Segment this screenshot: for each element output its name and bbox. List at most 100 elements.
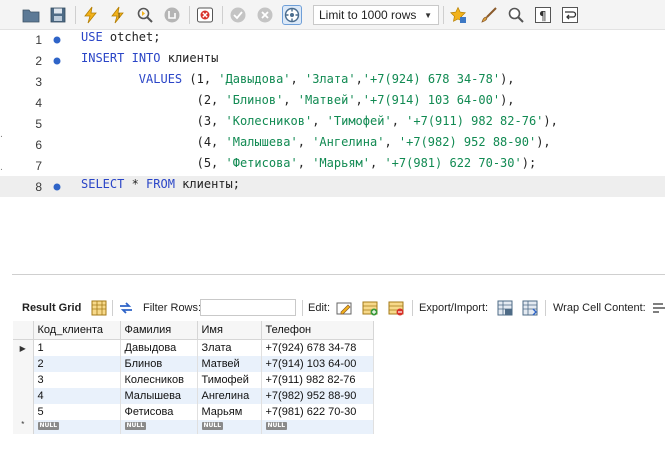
execute-current-icon[interactable]: I xyxy=(109,6,127,24)
query-toolbar: I Limit to 1000 rows ▼ ¶ xyxy=(0,0,665,30)
line-number: 2 xyxy=(35,54,42,68)
export-icon[interactable] xyxy=(497,300,513,316)
new-row-marker: * xyxy=(13,420,34,434)
editor-result-splitter[interactable] xyxy=(0,270,665,280)
code-line-8: SELECT * FROM клиенты; xyxy=(81,177,240,191)
table-cell[interactable]: 3 xyxy=(33,372,121,388)
table-cell[interactable]: +7(924) 678 34-78 xyxy=(261,339,374,356)
row-header xyxy=(13,356,34,372)
table-cell[interactable]: Матвей xyxy=(197,356,262,372)
autocommit-icon[interactable] xyxy=(282,5,302,25)
add-row-icon[interactable] xyxy=(362,300,378,316)
table-cell[interactable]: 4 xyxy=(33,388,121,404)
new-row[interactable]: * NULL NULL NULL NULL xyxy=(13,420,374,434)
null-badge: NULL xyxy=(201,422,224,431)
brush-icon[interactable] xyxy=(480,6,498,24)
table-cell[interactable]: Тимофей xyxy=(197,372,262,388)
svg-text:¶: ¶ xyxy=(539,9,547,23)
sql-editor[interactable]: 1 2 3 4 5 6 7 8 USE otchet; INSERT INTO … xyxy=(0,30,665,270)
table-cell-null[interactable]: NULL xyxy=(261,420,374,434)
column-header[interactable]: Код_клиента xyxy=(33,321,121,340)
toggle-error-icon[interactable] xyxy=(196,6,214,24)
panel-edge-marker: . xyxy=(0,163,3,173)
table-cell[interactable]: +7(981) 622 70-30 xyxy=(261,404,374,420)
row-header xyxy=(13,372,34,388)
table-row[interactable]: 5 Фетисова Марьям +7(981) 622 70-30 xyxy=(13,404,374,420)
delete-row-icon[interactable] xyxy=(388,300,404,316)
result-grid: Код_клиента Фамилия Имя Телефон ▶ 1 Давы… xyxy=(13,321,374,434)
commit-icon[interactable] xyxy=(229,6,247,24)
table-cell[interactable]: Блинов xyxy=(120,356,198,372)
table-cell-null[interactable]: NULL xyxy=(197,420,262,434)
limit-rows-select[interactable]: Limit to 1000 rows ▼ xyxy=(313,5,439,25)
edit-label: Edit: xyxy=(308,302,331,314)
svg-text:I: I xyxy=(118,12,120,20)
code-line-5: (3, 'Колесников', 'Тимофей', '+7(911) 98… xyxy=(81,114,558,128)
column-header[interactable]: Фамилия xyxy=(120,321,198,340)
line-number: 8 xyxy=(35,180,42,194)
table-cell[interactable]: Колесников xyxy=(120,372,198,388)
beautify-star-icon[interactable] xyxy=(449,6,467,24)
table-cell[interactable]: Давыдова xyxy=(120,339,198,356)
table-cell[interactable]: +7(982) 952 88-90 xyxy=(261,388,374,404)
wrap-cell-icon[interactable] xyxy=(651,300,665,316)
rollback-icon[interactable] xyxy=(256,6,274,24)
statement-marker-icon xyxy=(53,36,61,44)
null-badge: NULL xyxy=(37,422,60,431)
table-cell[interactable]: Ангелина xyxy=(197,388,262,404)
code-line-4: (2, 'Блинов', 'Матвей','+7(914) 103 64-0… xyxy=(81,93,515,107)
table-row[interactable]: 2 Блинов Матвей +7(914) 103 64-00 xyxy=(13,356,374,372)
open-folder-icon[interactable] xyxy=(22,6,40,24)
table-cell[interactable]: Малышева xyxy=(120,388,198,404)
statement-marker-icon xyxy=(53,57,61,65)
line-number: 7 xyxy=(35,159,42,173)
table-row[interactable]: 4 Малышева Ангелина +7(982) 952 88-90 xyxy=(13,388,374,404)
null-badge: NULL xyxy=(124,422,147,431)
table-cell[interactable]: +7(914) 103 64-00 xyxy=(261,356,374,372)
row-header xyxy=(13,404,34,420)
column-header[interactable]: Телефон xyxy=(261,321,374,340)
table-cell[interactable]: 5 xyxy=(33,404,121,420)
limit-rows-value: Limit to 1000 rows xyxy=(319,8,417,22)
wrap-icon[interactable] xyxy=(561,6,579,24)
code-line-2: INSERT INTO клиенты xyxy=(81,51,219,65)
table-row[interactable]: 3 Колесников Тимофей +7(911) 982 82-76 xyxy=(13,372,374,388)
grid-header-row: Код_клиента Фамилия Имя Телефон xyxy=(13,321,374,340)
execute-icon[interactable] xyxy=(82,6,100,24)
table-cell[interactable]: 2 xyxy=(33,356,121,372)
wrap-cell-content-label: Wrap Cell Content: xyxy=(553,302,646,314)
export-import-label: Export/Import: xyxy=(419,302,489,314)
refresh-icon[interactable] xyxy=(118,300,134,316)
code-line-3: VALUES (1, 'Давыдова', 'Злата','+7(924) … xyxy=(138,72,515,86)
line-number: 3 xyxy=(35,75,42,89)
table-row[interactable]: ▶ 1 Давыдова Злата +7(924) 678 34-78 xyxy=(13,339,374,356)
table-cell[interactable]: Злата xyxy=(197,339,262,356)
code-line-1: USE otchet; xyxy=(81,30,161,44)
current-row-marker: ▶ xyxy=(13,339,34,356)
result-grid-tab[interactable]: Result Grid xyxy=(22,295,81,321)
line-number: 5 xyxy=(35,117,42,131)
explain-icon[interactable] xyxy=(136,6,154,24)
save-icon[interactable] xyxy=(49,6,67,24)
row-header xyxy=(13,388,34,404)
result-toolbar: Result Grid Filter Rows: Edit: Export/Im… xyxy=(12,295,665,321)
row-header-corner xyxy=(13,321,34,340)
line-number: 4 xyxy=(35,96,42,110)
statement-marker-icon xyxy=(53,183,61,191)
find-icon[interactable] xyxy=(507,6,525,24)
table-cell[interactable]: +7(911) 982 82-76 xyxy=(261,372,374,388)
grid-view-icon[interactable] xyxy=(91,300,107,316)
invisible-chars-icon[interactable]: ¶ xyxy=(534,6,552,24)
table-cell[interactable]: Фетисова xyxy=(120,404,198,420)
filter-rows-input[interactable] xyxy=(200,299,296,316)
edit-row-icon[interactable] xyxy=(336,300,352,316)
table-cell-null[interactable]: NULL xyxy=(120,420,198,434)
column-header[interactable]: Имя xyxy=(197,321,262,340)
filter-rows-label: Filter Rows: xyxy=(143,302,202,314)
null-badge: NULL xyxy=(265,422,288,431)
stop-icon[interactable] xyxy=(163,6,181,24)
table-cell[interactable]: Марьям xyxy=(197,404,262,420)
table-cell-null[interactable]: NULL xyxy=(33,420,121,434)
import-icon[interactable] xyxy=(522,300,538,316)
table-cell[interactable]: 1 xyxy=(33,339,121,356)
